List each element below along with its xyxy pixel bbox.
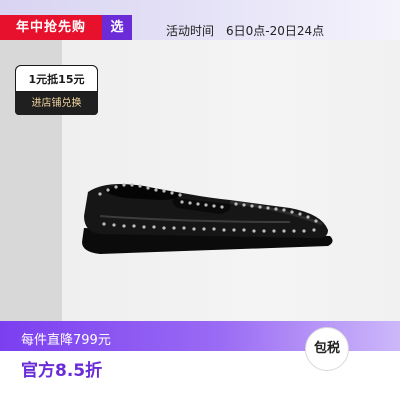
event-time: 6日0点-20日24点 bbox=[226, 24, 325, 38]
official-discount-text: 官方8.5折 bbox=[21, 361, 103, 381]
loafer-shoe-image bbox=[82, 183, 333, 254]
event-label: 活动时间 bbox=[166, 24, 215, 38]
coupon-redeem-button[interactable]: 进店铺兑换 bbox=[15, 92, 98, 115]
price-drop-text: 每件直降799元 bbox=[21, 333, 111, 348]
promo-tag[interactable]: 年中抢先购 bbox=[0, 15, 102, 40]
coupon-value: 1元抵15元 bbox=[15, 65, 98, 92]
select-tag[interactable]: 选 bbox=[102, 15, 132, 40]
tax-included-badge: 包税 bbox=[305, 327, 349, 371]
